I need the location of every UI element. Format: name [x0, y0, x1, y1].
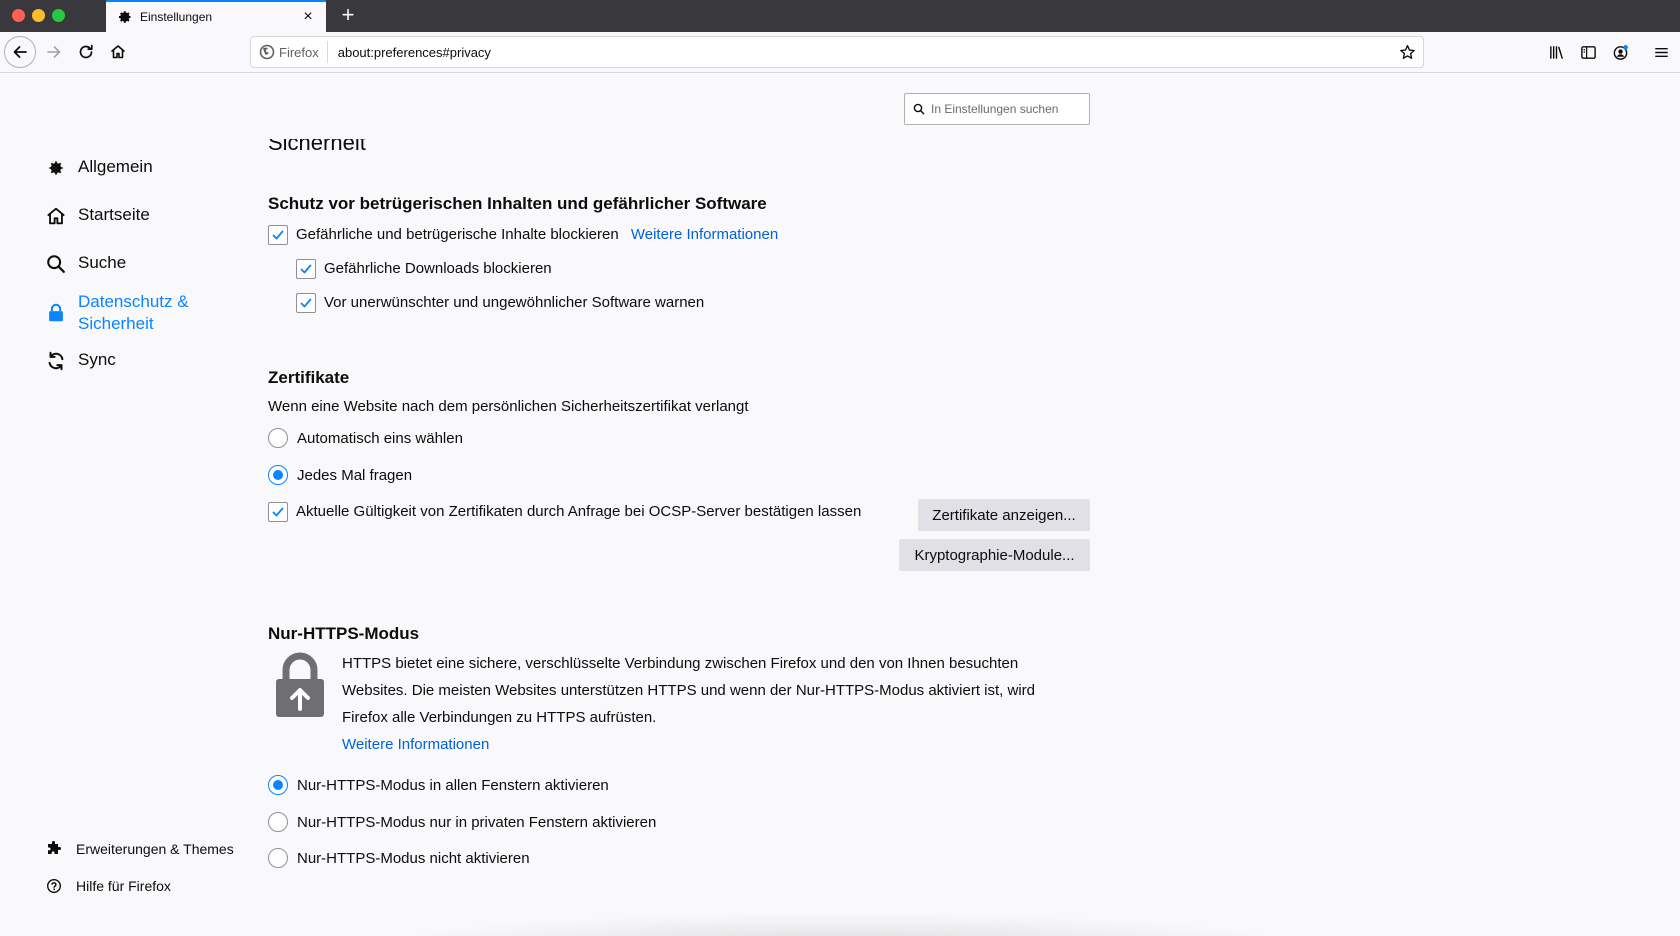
sidebar-item-label: Suche: [78, 253, 127, 272]
ask-every-time-radio[interactable]: [268, 465, 288, 485]
block-downloads-checkbox[interactable]: [296, 259, 316, 279]
new-tab-button[interactable]: +: [336, 4, 360, 28]
bookmark-star-button[interactable]: [1393, 38, 1421, 66]
forward-button[interactable]: [38, 36, 70, 68]
sidebar-item-sync[interactable]: Sync: [44, 349, 116, 373]
reload-button[interactable]: [70, 36, 102, 68]
gear-icon: [116, 9, 132, 25]
block-downloads-label: Gefährliche Downloads blockieren: [324, 260, 552, 277]
sidebar-item-suche[interactable]: Suche: [44, 252, 126, 276]
search-icon: [913, 103, 925, 115]
https-learn-more-link[interactable]: Weitere Informationen: [342, 736, 489, 753]
url-bar[interactable]: Firefox about:preferences#privacy: [250, 36, 1424, 68]
sync-icon: [44, 349, 68, 373]
certificates-heading: Zertifikate: [268, 368, 350, 387]
sidebar-help-link[interactable]: Hilfe für Firefox: [46, 878, 171, 894]
scroll-shadow: [380, 913, 1300, 936]
tab-einstellungen[interactable]: Einstellungen ×: [106, 0, 326, 32]
search-icon: [44, 252, 68, 276]
sidebar-item-label: Startseite: [78, 205, 150, 224]
https-disabled-radio[interactable]: [268, 848, 288, 868]
extensions-label: Erweiterungen & Themes: [76, 841, 234, 857]
bookmark-star-icon: [1399, 44, 1415, 59]
library-button[interactable]: [1540, 36, 1572, 68]
checkmark-icon: [272, 230, 284, 240]
firefox-logo-icon: [259, 44, 275, 60]
https-private-only-radio[interactable]: [268, 812, 288, 832]
section-heading-sicherheit: Sicherheit: [268, 139, 366, 155]
hamburger-menu-icon: [1654, 47, 1668, 57]
help-label: Hilfe für Firefox: [76, 878, 171, 894]
url-text[interactable]: about:preferences#privacy: [328, 45, 1393, 60]
radio-dot: [273, 470, 283, 480]
identity-label: Firefox: [279, 44, 319, 60]
https-lock-icon: [276, 652, 324, 717]
auto-select-label: Automatisch eins wählen: [297, 430, 463, 447]
library-icon: [1549, 45, 1563, 59]
https-only-heading: Nur-HTTPS-Modus: [268, 624, 420, 643]
tab-close-icon[interactable]: ×: [300, 8, 316, 25]
title-bar: Einstellungen × +: [0, 0, 1680, 32]
preferences-page: Allgemein Startseite Suche Datenschutz &…: [0, 73, 1680, 936]
view-certificates-button[interactable]: Zertifikate anzeigen...: [918, 499, 1090, 531]
sidebar-icon: [1580, 45, 1596, 59]
https-all-windows-label: Nur-HTTPS-Modus in allen Fenstern aktivi…: [297, 777, 609, 794]
reload-icon: [79, 44, 93, 59]
puzzle-piece-icon: [48, 841, 61, 854]
sidebar-toggle-button[interactable]: [1572, 36, 1604, 68]
https-all-windows-radio[interactable]: [268, 775, 288, 795]
forward-arrow-icon: [47, 46, 61, 58]
lock-icon: [44, 301, 68, 325]
account-button[interactable]: [1604, 36, 1636, 68]
ask-every-time-label: Jedes Mal fragen: [297, 467, 413, 484]
sidebar-item-allgemein[interactable]: Allgemein: [44, 156, 153, 180]
back-arrow-icon: [13, 46, 27, 58]
preferences-search-box[interactable]: [904, 93, 1090, 125]
crypto-modules-button[interactable]: Kryptographie-Module...: [899, 539, 1090, 571]
help-icon: [46, 878, 62, 894]
block-dangerous-row: Gefährliche und betrügerische Inhalte bl…: [296, 226, 778, 243]
app-menu-button[interactable]: [1645, 36, 1677, 68]
radio-dot: [273, 780, 283, 790]
protection-learn-more-link[interactable]: Weitere Informationen: [631, 226, 778, 243]
checkmark-icon: [300, 264, 312, 274]
checkmark-icon: [300, 298, 312, 308]
certificates-intro: Wenn eine Website nach dem persönlichen …: [268, 398, 749, 415]
preferences-search-input[interactable]: [931, 102, 1081, 116]
sidebar-extensions-link[interactable]: Erweiterungen & Themes: [46, 841, 234, 857]
sidebar-item-startseite[interactable]: Startseite: [44, 204, 150, 228]
window-minimize-button[interactable]: [32, 9, 45, 22]
account-icon: [1613, 44, 1628, 60]
home-button[interactable]: [102, 36, 134, 68]
protection-heading: Schutz vor betrügerischen Inhalten und g…: [268, 194, 767, 213]
sidebar-item-datenschutz[interactable]: Datenschutz & Sicherheit: [44, 291, 218, 335]
sidebar-item-label: Datenschutz & Sicherheit: [78, 292, 189, 333]
navigation-toolbar: Firefox about:preferences#privacy: [0, 32, 1680, 73]
ocsp-checkbox[interactable]: [268, 502, 288, 522]
back-button[interactable]: [4, 36, 36, 68]
warn-unwanted-checkbox[interactable]: [296, 293, 316, 313]
https-only-description: HTTPS bietet eine sichere, verschlüsselt…: [342, 655, 1036, 726]
block-dangerous-checkbox[interactable]: [268, 225, 288, 245]
window-zoom-button[interactable]: [52, 9, 65, 22]
auto-select-radio[interactable]: [268, 428, 288, 448]
warn-unwanted-label: Vor unerwünschter und ungewöhnlicher Sof…: [324, 294, 705, 311]
https-private-only-label: Nur-HTTPS-Modus nur in privaten Fenstern…: [297, 814, 657, 831]
sidebar-item-label: Sync: [78, 350, 116, 369]
home-icon: [110, 45, 126, 59]
ocsp-label: Aktuelle Gültigkeit von Zertifikaten dur…: [296, 503, 862, 520]
home-icon: [44, 204, 68, 228]
https-only-description-block: HTTPS bietet eine sichere, verschlüsselt…: [342, 650, 1072, 758]
https-disabled-label: Nur-HTTPS-Modus nicht aktivieren: [297, 850, 530, 867]
tab-title: Einstellungen: [140, 10, 213, 24]
identity-box[interactable]: Firefox: [251, 41, 328, 63]
sidebar-item-label: Allgemein: [78, 157, 153, 176]
block-dangerous-label: Gefährliche und betrügerische Inhalte bl…: [296, 226, 619, 243]
gear-icon: [44, 156, 68, 180]
checkmark-icon: [272, 507, 284, 517]
window-close-button[interactable]: [12, 9, 25, 22]
